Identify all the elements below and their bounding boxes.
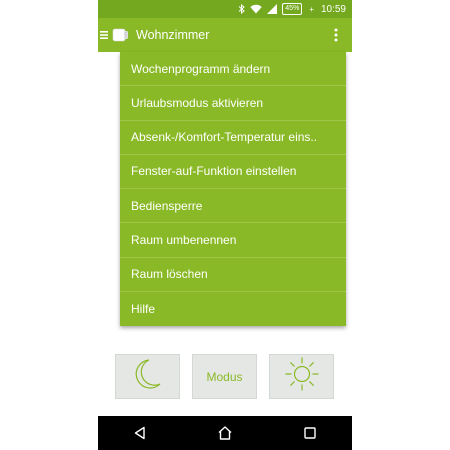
menu-item-bediensperre[interactable]: Bediensperre: [120, 189, 346, 224]
phone-screen: 45% + 10:59 Wohnzimmer Wochenprogramm än…: [98, 0, 352, 450]
battery-icon: 45%: [282, 3, 303, 15]
back-icon[interactable]: [128, 421, 152, 445]
menu-item-wochenprogramm[interactable]: Wochenprogramm ändern: [120, 52, 346, 87]
recents-icon[interactable]: [298, 421, 322, 445]
navigation-bar: [98, 416, 352, 450]
modus-button[interactable]: Modus: [192, 354, 257, 399]
menu-item-absenk-komfort[interactable]: Absenk-/Komfort-Temperatur eins..: [120, 121, 346, 155]
night-mode-button[interactable]: [115, 354, 180, 399]
bluetooth-icon: [238, 4, 246, 14]
wifi-icon: [250, 4, 262, 14]
app-bar: Wohnzimmer: [98, 18, 352, 52]
signal-icon: [267, 4, 278, 14]
charging-indicator: +: [309, 4, 314, 14]
menu-item-hilfe[interactable]: Hilfe: [120, 292, 346, 326]
menu-item-fenster-auf[interactable]: Fenster-auf-Funktion einstellen: [120, 155, 346, 189]
status-time: 10:59: [320, 3, 346, 15]
menu-item-urlaubsmodus[interactable]: Urlaubsmodus aktivieren: [120, 86, 346, 121]
sun-icon: [284, 356, 320, 397]
moon-icon: [133, 357, 163, 396]
thermostat-icon: [112, 26, 130, 44]
status-bar: 45% + 10:59: [98, 0, 352, 18]
menu-item-raum-umbenennen[interactable]: Raum umbenennen: [120, 223, 346, 258]
home-icon[interactable]: [213, 421, 237, 445]
modus-label: Modus: [206, 369, 243, 384]
day-mode-button[interactable]: [269, 354, 334, 399]
app-title: Wohnzimmer: [136, 28, 210, 42]
battery-percent: 45%: [285, 5, 300, 12]
menu-item-raum-loeschen[interactable]: Raum löschen: [120, 258, 346, 292]
dropdown-menu: Wochenprogramm ändern Urlaubsmodus aktiv…: [120, 52, 346, 326]
overflow-menu-icon[interactable]: [334, 26, 338, 44]
menu-icon[interactable]: [98, 18, 110, 52]
